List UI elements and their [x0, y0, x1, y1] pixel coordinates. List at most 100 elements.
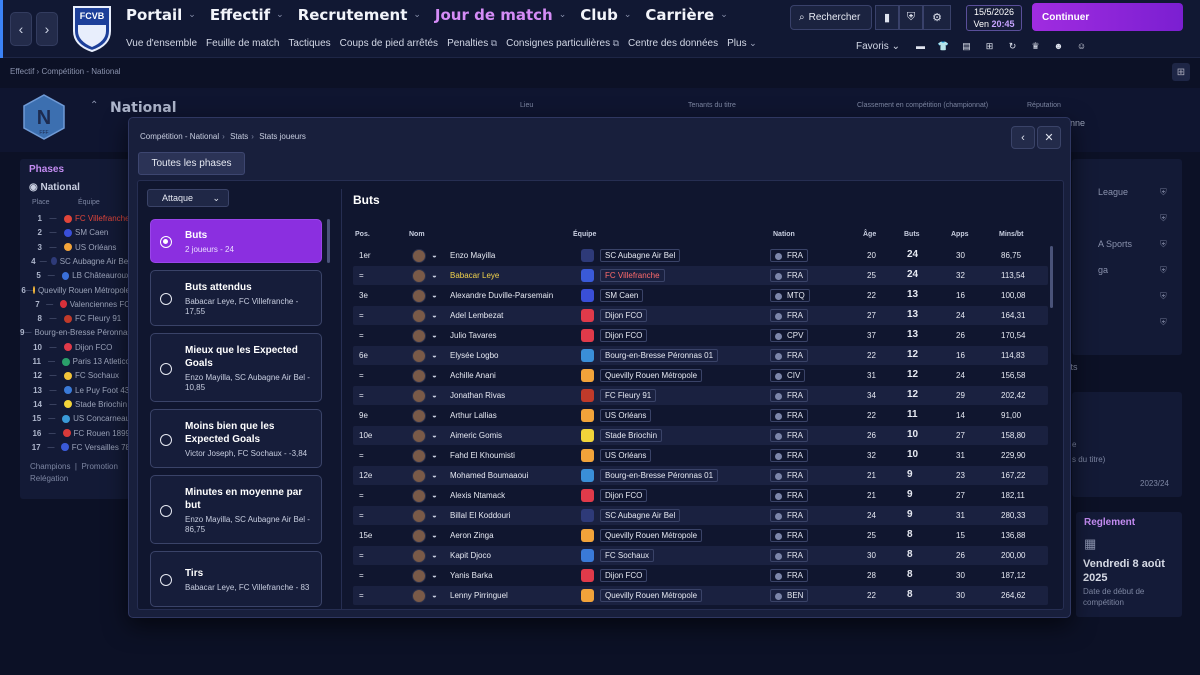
table-row[interactable]: = ◒ Kapit Djoco FC Sochaux FRA 30 8 26 200,00	[353, 546, 1048, 565]
team-name[interactable]: Bourg-en-Bresse Péronnas 01	[600, 349, 719, 362]
team-name[interactable]: FC Fleury 91	[600, 389, 657, 402]
player-name[interactable]: Alexandre Duville-Parsemain	[450, 291, 553, 300]
subnav-item[interactable]: Vue d'ensemble	[126, 38, 197, 49]
table-row[interactable]: 6e ◒ Elysée Logbo Bourg-en-Bresse Péronnas …	[353, 346, 1048, 365]
player-name[interactable]: Arthur Lallias	[450, 411, 497, 420]
subnav-item[interactable]: Plus ⌄	[727, 38, 757, 49]
nation-tag[interactable]: FRA	[770, 389, 808, 402]
shirt-icon[interactable]: 👕	[936, 39, 951, 53]
nation-tag[interactable]: FRA	[770, 489, 808, 502]
column-header[interactable]: Buts	[904, 231, 920, 238]
player-name[interactable]: Jonathan Rivas	[450, 391, 505, 400]
team-name[interactable]: US Orléans	[600, 409, 652, 422]
nation-tag[interactable]: FRA	[770, 409, 808, 422]
subnav-item[interactable]: Feuille de match	[206, 38, 279, 49]
date-box[interactable]: 15/5/2026 Ven 20:45	[966, 5, 1022, 31]
breadcrumb-item[interactable]: Effectif	[10, 67, 34, 76]
player-name[interactable]: Kapit Djoco	[450, 551, 491, 560]
chat-icon[interactable]: ▬	[913, 39, 928, 53]
nav-jour-de-match[interactable]: Jour de match ⌄	[435, 6, 566, 24]
right-panel-item[interactable]: ga	[1098, 265, 1108, 275]
standings-row[interactable]: 8 — FC Fleury 91	[20, 312, 130, 325]
radio-button[interactable]	[160, 236, 172, 248]
nation-tag[interactable]: FRA	[770, 249, 808, 262]
continue-button[interactable]: Continuer	[1032, 3, 1183, 31]
club-icon[interactable]: ⛨	[899, 5, 923, 30]
column-header[interactable]: Nation	[773, 231, 795, 238]
player-name[interactable]: Achille Anani	[450, 371, 496, 380]
player-name[interactable]: Fahd El Khoumisti	[450, 451, 515, 460]
nation-tag[interactable]: FRA	[770, 509, 808, 522]
team-name[interactable]: Dijon FCO	[600, 489, 648, 502]
people-icon[interactable]: ☺	[1074, 39, 1089, 53]
nav-effectif[interactable]: Effectif ⌄	[210, 6, 284, 24]
standings-row[interactable]: 16 — FC Rouen 1899	[20, 427, 130, 440]
player-name[interactable]: Lenny Pirringuel	[450, 591, 508, 600]
column-header[interactable]: Apps	[951, 231, 969, 238]
table-row[interactable]: 12e ◒ Mohamed Boumaaoui Bourg-en-Bresse Pér…	[353, 466, 1048, 485]
doc-icon[interactable]: ▤	[959, 39, 974, 53]
column-header[interactable]: Nom	[409, 231, 425, 238]
category-card[interactable]: Minutes en moyenne par but Enzo Mayilla, …	[150, 475, 322, 544]
standings-row[interactable]: 1 — FC Villefranche	[20, 212, 130, 225]
standings-row[interactable]: 6— Quevilly Rouen Métropole	[20, 284, 130, 297]
table-row[interactable]: = ◒ Lenny Pirringuel Quevilly Rouen Métropo…	[353, 586, 1048, 605]
category-card[interactable]: Moins bien que les Expected Goals Victor …	[150, 409, 322, 468]
player-name[interactable]: Yanis Barka	[450, 571, 493, 580]
modal-close-button[interactable]: ✕	[1037, 126, 1061, 149]
standings-row[interactable]: 14 — Stade Briochin	[20, 398, 130, 411]
trophy-icon[interactable]: ♛	[1028, 39, 1043, 53]
team-name[interactable]: Quevilly Rouen Métropole	[600, 529, 703, 542]
standings-row[interactable]: 9—Bourg-en-Bresse Péronnas 01	[20, 326, 130, 339]
table-row[interactable]: = ◒ Jonathan Rivas FC Fleury 91 FRA 34 12 29 202…	[353, 386, 1048, 405]
team-name[interactable]: FC Villefranche	[600, 269, 665, 282]
radio-button[interactable]	[160, 574, 172, 586]
team-name[interactable]: Quevilly Rouen Métropole	[600, 589, 703, 602]
right-panel-item[interactable]: A Sports	[1098, 239, 1132, 249]
player-name[interactable]: Alexis Ntamack	[450, 491, 505, 500]
team-name[interactable]: Quevilly Rouen Métropole	[600, 369, 703, 382]
player-name[interactable]: Mohamed Boumaaoui	[450, 471, 528, 480]
category-card[interactable]: Buts 2 joueurs - 24	[150, 219, 322, 263]
column-header[interactable]: Mins/bt	[999, 231, 1024, 238]
standings-row[interactable]: 12 — FC Sochaux	[20, 369, 130, 382]
nav-carrière[interactable]: Carrière ⌄	[645, 6, 727, 24]
column-header[interactable]: Pos.	[355, 231, 370, 238]
table-row[interactable]: = ◒ Alexis Ntamack Dijon FCO FRA 21 9 27 182,11	[353, 486, 1048, 505]
table-row[interactable]: 1er ◒ Enzo Mayilla SC Aubagne Air Bel FRA 20 2…	[353, 246, 1048, 265]
table-row[interactable]: 15e ◒ Aeron Zinga Quevilly Rouen Métropole F…	[353, 526, 1048, 545]
nation-tag[interactable]: FRA	[770, 549, 808, 562]
radio-button[interactable]	[160, 362, 172, 375]
radio-button[interactable]	[160, 293, 172, 305]
standings-row[interactable]: 2 — SM Caen	[20, 226, 130, 239]
team-name[interactable]: Dijon FCO	[600, 329, 648, 342]
player-name[interactable]: Billal El Koddouri	[450, 511, 510, 520]
standings-row[interactable]: 5 — LB Châteauroux	[20, 269, 130, 282]
right-panel-item[interactable]: League	[1098, 187, 1128, 197]
team-name[interactable]: US Orléans	[600, 449, 652, 462]
subnav-item[interactable]: Centre des données	[628, 38, 718, 49]
column-header[interactable]: Équipe	[573, 231, 596, 238]
player-name[interactable]: Aimeric Gomis	[450, 431, 502, 440]
subnav-item[interactable]: Coups de pied arrêtés	[340, 38, 438, 49]
table-row[interactable]: = ◒ Adel Lembezat Dijon FCO FRA 27 13 24 164,31	[353, 306, 1048, 325]
table-row[interactable]: 10e ◒ Aimeric Gomis Stade Briochin FRA 26 10 27…	[353, 426, 1048, 445]
team-name[interactable]: SC Aubagne Air Bel	[600, 249, 681, 262]
person-icon[interactable]: ☻	[1051, 39, 1066, 53]
breadcrumb-item[interactable]: Compétition - National	[41, 67, 120, 76]
subnav-item[interactable]: Tactiques	[288, 38, 330, 49]
subnav-item[interactable]: Penalties ⧉	[447, 38, 497, 49]
team-name[interactable]: Dijon FCO	[600, 309, 648, 322]
nation-tag[interactable]: FRA	[770, 449, 808, 462]
standings-row[interactable]: 4— SC Aubagne Air Bel	[20, 255, 130, 268]
team-name[interactable]: SC Aubagne Air Bel	[600, 509, 681, 522]
nation-tag[interactable]: FRA	[770, 569, 808, 582]
standings-row[interactable]: 13 — Le Puy Foot 43	[20, 384, 130, 397]
table-row[interactable]: = ◒ Julio Tavares Dijon FCO CPV 37 13 26 170,54	[353, 326, 1048, 345]
nation-tag[interactable]: FRA	[770, 429, 808, 442]
nation-tag[interactable]: BEN	[770, 589, 809, 602]
nation-tag[interactable]: FRA	[770, 269, 808, 282]
standings-row[interactable]: 11 — Paris 13 Atletico	[20, 355, 130, 368]
table-scrollbar[interactable]	[1050, 246, 1053, 308]
category-card[interactable]: Tirs Babacar Leye, FC Villefranche - 83	[150, 551, 322, 607]
